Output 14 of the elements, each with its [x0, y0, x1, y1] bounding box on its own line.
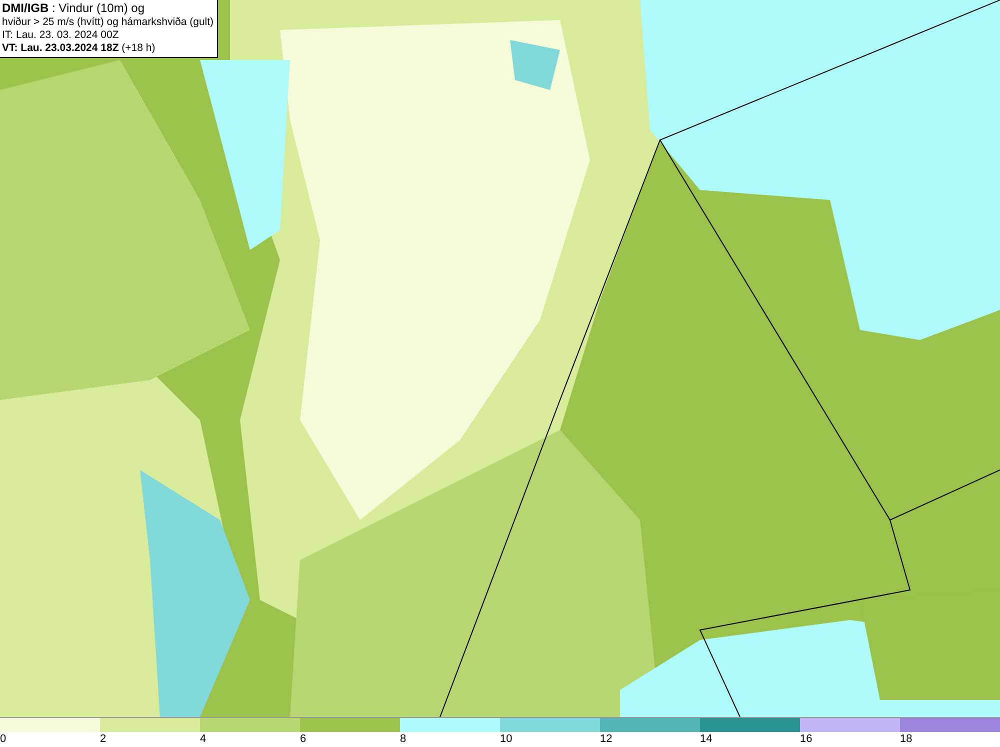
title-line: DMI/IGB : Vindur (10m) og [2, 1, 146, 16]
title-line: hviður > 25 m/s (hvítt) og hámarkshviða (gult) [2, 16, 214, 29]
title-line: IT: Lau. 23. 03. 2024 00Z [2, 29, 120, 42]
legend-label: 14 [700, 732, 712, 746]
legend-label: 16 [800, 732, 812, 746]
legend-label: 0 [0, 732, 6, 746]
legend-label: 10 [500, 732, 512, 746]
legend-label: 8 [400, 732, 406, 746]
legend-label: 2 [100, 732, 106, 746]
legend-label: 18 [900, 732, 912, 746]
title-line: VT: Lau. 23.03.2024 18Z (+18 h) [2, 42, 156, 55]
legend-label: 12 [600, 732, 612, 746]
legend-label: 6 [300, 732, 306, 746]
legend-label: 4 [200, 732, 206, 746]
